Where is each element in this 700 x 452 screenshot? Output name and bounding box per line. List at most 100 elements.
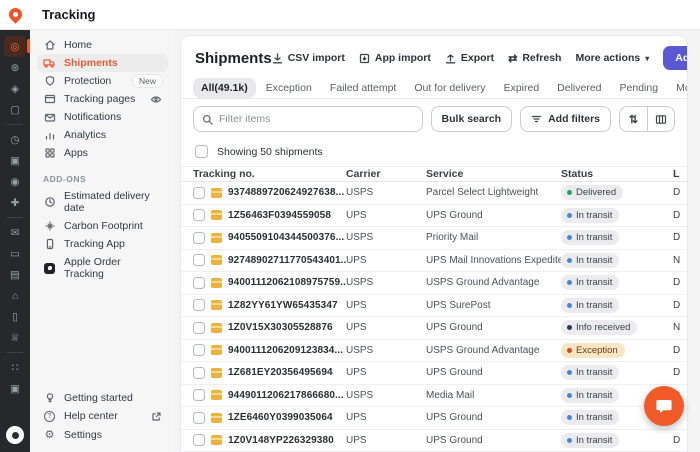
add-shipment-button[interactable]: Add shipment	[663, 46, 688, 70]
user-avatar[interactable]	[6, 426, 24, 444]
eye-icon[interactable]	[150, 94, 162, 105]
row-checkbox[interactable]	[193, 412, 205, 424]
table-row[interactable]: 9374889720624927638... USPS Parcel Selec…	[181, 182, 687, 205]
bulk-search-button[interactable]: Bulk search	[431, 106, 513, 132]
tracking-number[interactable]: 1Z82YY61YW65435347	[228, 300, 338, 311]
table-row[interactable]: 94001112062108975759... USPS USPS Ground…	[181, 272, 687, 295]
rail-divider[interactable]	[4, 213, 26, 222]
table-row[interactable]: 1Z681EY20356495694 UPS UPS Ground In tra…	[181, 362, 687, 385]
view-tab[interactable]: All(49.1k)	[193, 78, 256, 98]
sidebar-item-estimated-delivery-date[interactable]: Estimated delivery date	[37, 187, 168, 217]
tracking-number[interactable]: 1Z0V15X30305528876	[228, 322, 333, 333]
tracking-number[interactable]: 1Z0V148YP226329380	[228, 435, 334, 446]
view-tab[interactable]: Exception	[258, 78, 320, 98]
row-checkbox[interactable]	[193, 254, 205, 266]
more-actions-button[interactable]: More actions ▾	[575, 52, 649, 64]
sidebar-item-tracking-pages[interactable]: Tracking pages	[37, 90, 168, 108]
sidebar-item-protection[interactable]: Protection New	[37, 72, 168, 90]
monitor-icon[interactable]: ▣	[4, 150, 26, 171]
view-tab[interactable]: Failed attempt	[322, 78, 405, 98]
tracking-number[interactable]: 1Z681EY20356495694	[228, 367, 333, 378]
app-logo[interactable]	[0, 0, 30, 30]
row-checkbox[interactable]	[193, 187, 205, 199]
sidebar-item-apple-order-tracking[interactable]: Apple Order Tracking	[37, 253, 168, 283]
tracking-number[interactable]: 1ZE6460Y0399035064	[228, 412, 333, 423]
row-checkbox[interactable]	[193, 367, 205, 379]
tracking-number[interactable]: 9449011206217866680...	[228, 390, 344, 401]
filter-input[interactable]	[219, 113, 414, 125]
tracking-number[interactable]: 1Z56463F0394559058	[228, 210, 331, 221]
sidebar-item-analytics[interactable]: Analytics	[37, 126, 168, 144]
sidebar-item-apps[interactable]: Apps	[37, 144, 168, 162]
select-all-checkbox[interactable]	[195, 145, 208, 158]
view-tab[interactable]: Delivered	[549, 78, 609, 98]
table-row[interactable]: 9405509104344500376... USPS Priority Mai…	[181, 227, 687, 250]
apps-grid-icon[interactable]: ∷	[4, 357, 26, 378]
tracking-number[interactable]: 9400111206209123834...	[228, 345, 343, 356]
sidebar-item-notifications[interactable]: Notifications	[37, 108, 168, 126]
export-button[interactable]: Export	[445, 52, 494, 64]
col-service[interactable]: Service	[426, 168, 561, 180]
refresh-button[interactable]: ⇄ Refresh	[508, 52, 561, 65]
tracking-pin-icon[interactable]: ◎	[4, 36, 26, 57]
mail-icon[interactable]: ✉	[4, 222, 26, 243]
sidebar-item-help-center[interactable]: ? Help center	[37, 407, 168, 425]
gem-icon[interactable]: ◈	[4, 78, 26, 99]
widget-icon[interactable]: ▣	[4, 378, 26, 399]
row-checkbox[interactable]	[193, 434, 205, 446]
table-row[interactable]: 1Z82YY61YW65435347 UPS UPS SurePost In t…	[181, 295, 687, 318]
more-views-tab[interactable]: More views ▾	[668, 78, 688, 98]
shopping-bag-icon[interactable]: ▢	[4, 99, 26, 120]
rail-divider[interactable]	[4, 120, 26, 129]
document-icon[interactable]: ▤	[4, 264, 26, 285]
protection-star-icon[interactable]: ⊛	[4, 57, 26, 78]
selection-bar: Showing 50 shipments	[181, 139, 687, 167]
sidebar-item-shipments[interactable]: Shipments	[37, 54, 168, 72]
sidebar-item-carbon-footprint[interactable]: Carbon Footprint	[37, 217, 168, 235]
tracking-number[interactable]: 9374889720624927638...	[228, 187, 344, 198]
sidebar-item-settings[interactable]: ⚙ Settings	[37, 425, 168, 444]
sidebar-item-getting-started[interactable]: Getting started	[37, 389, 168, 407]
app-import-button[interactable]: App import	[359, 52, 431, 64]
table-row[interactable]: 1Z56463F0394559058 UPS UPS Ground In tra…	[181, 205, 687, 228]
filter-search[interactable]	[193, 106, 423, 132]
tracking-number[interactable]: 9405509104344500376...	[228, 232, 344, 243]
columns-button[interactable]	[647, 106, 675, 132]
chat-icon[interactable]: ▭	[4, 243, 26, 264]
sidebar-item-home[interactable]: Home	[37, 36, 168, 54]
add-filters-button[interactable]: Add filters	[520, 106, 611, 132]
table-row[interactable]: 1Z0V148YP226329380 UPS UPS Ground In tra…	[181, 430, 687, 452]
crown-icon[interactable]: ♕	[4, 327, 26, 348]
table-row[interactable]: 1Z0V15X30305528876 UPS UPS Ground Info r…	[181, 317, 687, 340]
row-checkbox[interactable]	[193, 322, 205, 334]
card-icon[interactable]: ▯	[4, 306, 26, 327]
row-checkbox[interactable]	[193, 299, 205, 311]
table-row[interactable]: 9400111206209123834... USPS USPS Ground …	[181, 340, 687, 363]
table-row[interactable]: 92748902711770543401... UPS UPS Mail Inn…	[181, 250, 687, 273]
chat-launcher-button[interactable]	[644, 386, 684, 426]
compass-icon[interactable]: ✚	[4, 192, 26, 213]
sidebar-item-tracking-app[interactable]: Tracking App	[37, 235, 168, 253]
csv-import-button[interactable]: CSV import	[272, 52, 345, 64]
row-checkbox[interactable]	[193, 389, 205, 401]
tracking-number[interactable]: 94001112062108975759...	[228, 277, 346, 288]
medal-icon[interactable]: ◉	[4, 171, 26, 192]
row-checkbox[interactable]	[193, 344, 205, 356]
table-row[interactable]: 9449011206217866680... USPS Media Mail I…	[181, 385, 687, 408]
rail-divider[interactable]	[4, 348, 26, 357]
row-checkbox[interactable]	[193, 277, 205, 289]
col-carrier[interactable]: Carrier	[346, 168, 426, 180]
view-tab[interactable]: Expired	[496, 78, 548, 98]
tracking-number[interactable]: 92748902711770543401...	[228, 255, 346, 266]
row-checkbox[interactable]	[193, 209, 205, 221]
row-checkbox[interactable]	[193, 232, 205, 244]
sort-button[interactable]: ⇅	[619, 106, 647, 132]
col-last-truncated[interactable]: L	[673, 168, 687, 180]
view-tab[interactable]: Pending	[612, 78, 667, 98]
table-row[interactable]: 1ZE6460Y0399035064 UPS UPS Ground In tra…	[181, 407, 687, 430]
view-tab[interactable]: Out for delivery	[406, 78, 493, 98]
storefront-icon[interactable]: ⌂	[4, 285, 26, 306]
clock-icon[interactable]: ◷	[4, 129, 26, 150]
col-status[interactable]: Status	[561, 168, 673, 180]
col-tracking-no[interactable]: Tracking no.	[193, 168, 346, 180]
